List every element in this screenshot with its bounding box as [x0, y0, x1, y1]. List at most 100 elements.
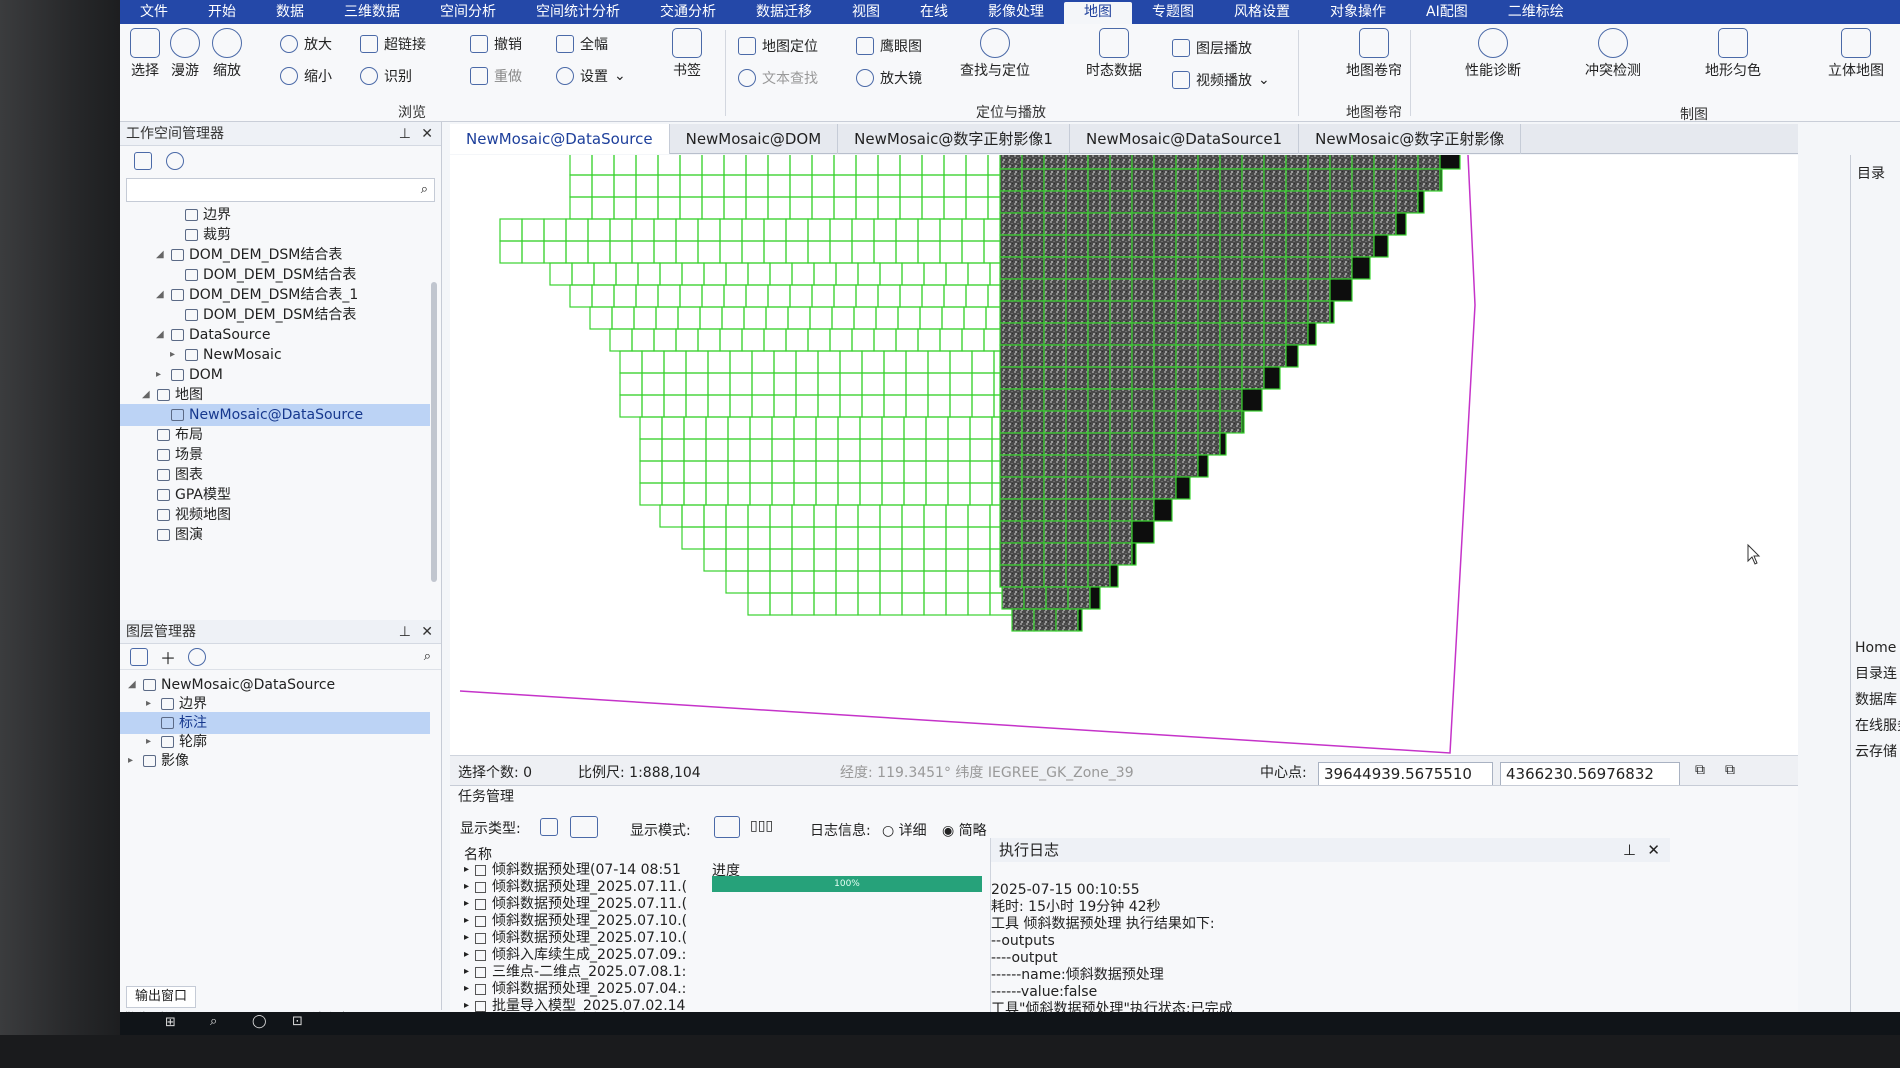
workspace-scrollbar[interactable] — [431, 282, 437, 582]
expand-toggle-icon[interactable]: ▸ — [170, 344, 180, 366]
tree-item[interactable]: 布局 — [120, 424, 430, 446]
menu-item[interactable]: 二维标绘 — [1488, 2, 1584, 24]
output-window-tab[interactable]: 输出窗口 — [126, 986, 197, 1008]
layer-style-icon[interactable] — [188, 647, 207, 666]
menu-item[interactable]: 文件 — [120, 2, 188, 24]
tree-item[interactable]: DOM_DEM_DSM结合表 — [120, 264, 430, 286]
catalog-item[interactable]: 数据库 — [1851, 687, 1900, 713]
tree-item[interactable]: ◢ DataSource — [120, 324, 430, 346]
bookmark-button[interactable]: 书签 — [672, 28, 702, 80]
close-icon[interactable]: ✕ — [421, 122, 433, 146]
expand-toggle-icon[interactable]: ▸ — [464, 947, 469, 963]
database-icon[interactable] — [166, 152, 184, 170]
undo-button[interactable]: 撤销 — [470, 34, 522, 54]
menu-item[interactable]: 数据 — [256, 2, 324, 24]
expand-toggle-icon[interactable]: ▸ — [464, 913, 469, 929]
catalog-item[interactable]: 云存储 — [1851, 739, 1900, 765]
zoom-button[interactable]: 缩放 — [212, 28, 242, 80]
close-icon[interactable]: ✕ — [421, 620, 433, 644]
close-icon[interactable]: ✕ — [1647, 838, 1660, 862]
tree-item[interactable]: ◢ 地图 — [120, 384, 430, 406]
search-icon[interactable]: ⌕ — [210, 1014, 217, 1029]
column-mode-icon[interactable]: ▯▯▯ — [750, 818, 773, 834]
menu-item[interactable]: AI配图 — [1406, 2, 1488, 24]
radio-detail[interactable]: ○ 详细 — [882, 820, 927, 840]
tree-item[interactable]: ▸ 影像 — [120, 750, 430, 772]
workspace-icon[interactable] — [134, 152, 152, 170]
menu-item[interactable]: 空间统计分析 — [516, 2, 640, 24]
menu-item[interactable]: 开始 — [188, 2, 256, 24]
menu-item[interactable]: 在线 — [900, 2, 968, 24]
expand-toggle-icon[interactable]: ▸ — [464, 964, 469, 980]
task-checkbox[interactable] — [475, 949, 487, 961]
tree-item[interactable]: 图演 — [120, 524, 430, 546]
map-scroll-button[interactable]: 地图卷帘 — [1346, 28, 1402, 80]
pin-icon[interactable]: ⊥ — [399, 122, 411, 146]
expand-toggle-icon[interactable]: ▸ — [128, 750, 138, 772]
search-icon[interactable]: ⌕ — [424, 649, 431, 664]
eagle-eye-button[interactable]: 鹰眼图 — [856, 36, 922, 56]
expand-toggle-icon[interactable]: ▸ — [464, 896, 469, 912]
tree-item[interactable]: ◢ DOM_DEM_DSM结合表_1 — [120, 284, 430, 306]
tree-item[interactable]: GPA模型 — [120, 484, 430, 506]
task-checkbox[interactable] — [475, 983, 487, 995]
task-checkbox[interactable] — [475, 915, 487, 927]
conflict-detect-button[interactable]: 冲突检测 — [1585, 28, 1641, 80]
redo-button[interactable]: 重做 — [470, 66, 522, 86]
layer-play-button[interactable]: 图层播放 — [1172, 38, 1252, 58]
tree-item[interactable]: 场景 — [120, 444, 430, 466]
grid-mode-icon[interactable] — [714, 816, 740, 838]
find-locate-button[interactable]: 查找与定位 — [960, 28, 1030, 80]
card-view-icon[interactable] — [570, 816, 598, 838]
catalog-item[interactable]: 目录连 — [1851, 661, 1900, 687]
pin-icon[interactable]: ⊥ — [1623, 838, 1636, 862]
tree-item[interactable]: 边界 — [120, 204, 430, 226]
video-play-button[interactable]: 视频播放 ⌄ — [1172, 70, 1270, 90]
copy-icon[interactable]: ⧉ — [1695, 762, 1705, 778]
task-checkbox[interactable] — [475, 966, 487, 978]
tree-item[interactable]: NewMosaic@DataSource — [120, 404, 430, 426]
list-view-icon[interactable] — [540, 818, 558, 836]
add-layer-icon[interactable]: ＋ — [160, 645, 176, 669]
map-tab[interactable]: NewMosaic@数字正射影像 — [1299, 124, 1522, 154]
task-checkbox[interactable] — [475, 932, 487, 944]
task-view-icon[interactable]: ◯ — [252, 1014, 267, 1029]
task-checkbox[interactable] — [475, 898, 487, 910]
zoom-in-button[interactable]: 放大 — [280, 34, 332, 54]
expand-toggle-icon[interactable]: ◢ — [156, 284, 166, 306]
expand-toggle-icon[interactable]: ◢ — [156, 244, 166, 266]
map-tab[interactable]: NewMosaic@DataSource — [450, 124, 670, 154]
task-row[interactable]: ▸ 倾斜数据预处理_2025.07.10.( — [464, 913, 687, 929]
task-row[interactable]: ▸ 倾斜数据预处理_2025.07.11.( — [464, 896, 687, 912]
start-icon[interactable]: ⊞ — [165, 1015, 176, 1030]
expand-toggle-icon[interactable]: ▸ — [156, 364, 166, 386]
catalog-item[interactable]: Home — [1851, 635, 1900, 661]
task-row[interactable]: ▸ 倾斜数据预处理_2025.07.10.( — [464, 930, 687, 946]
expand-toggle-icon[interactable]: ▸ — [464, 930, 469, 946]
expand-toggle-icon[interactable]: ◢ — [142, 384, 152, 406]
roam-button[interactable]: 漫游 — [170, 28, 200, 80]
tree-item[interactable]: DOM_DEM_DSM结合表 — [120, 304, 430, 326]
scale-readout[interactable]: 比例尺: 1:888,104 — [578, 762, 701, 782]
map-tab[interactable]: NewMosaic@数字正射影像1 — [838, 124, 1070, 154]
expand-toggle-icon[interactable]: ◢ — [156, 324, 166, 346]
tree-item[interactable]: 图表 — [120, 464, 430, 486]
zoom-out-button[interactable]: 缩小 — [280, 66, 332, 86]
menu-item[interactable]: 地图 — [1064, 2, 1132, 24]
tree-item[interactable]: 视频地图 — [120, 504, 430, 526]
magnifier-button[interactable]: 放大镜 — [856, 68, 922, 88]
task-row[interactable]: ▸ 倾斜数据预处理(07-14 08:51 — [464, 862, 681, 878]
tree-item[interactable]: ▸ DOM — [120, 364, 430, 386]
tree-item[interactable]: ▸ NewMosaic — [120, 344, 430, 366]
hyperlink-button[interactable]: 超链接 — [360, 34, 426, 54]
time-data-button[interactable]: 时态数据 — [1086, 28, 1142, 80]
task-row[interactable]: ▸ 倾斜数据预处理_2025.07.04.: — [464, 981, 686, 997]
tree-item[interactable]: 裁剪 — [120, 224, 430, 246]
perf-diag-button[interactable]: 性能诊断 — [1465, 28, 1521, 80]
layer-options-icon[interactable] — [130, 647, 148, 666]
pin-icon[interactable]: ⊥ — [399, 620, 411, 644]
task-checkbox[interactable] — [475, 864, 487, 876]
task-checkbox[interactable] — [475, 881, 487, 893]
expand-toggle-icon[interactable]: ▸ — [464, 879, 469, 895]
text-search-button[interactable]: 文本查找 — [738, 68, 818, 88]
